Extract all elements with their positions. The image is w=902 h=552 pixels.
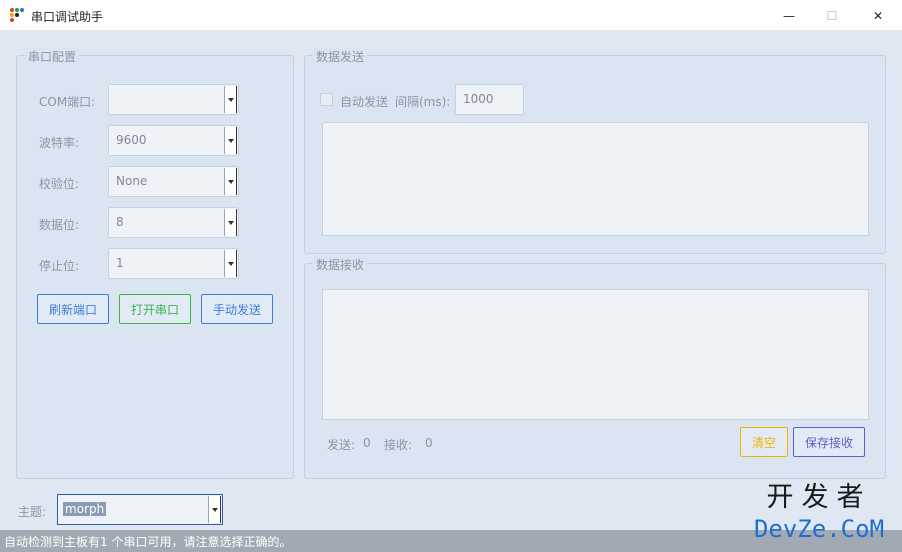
received-label: 接收:	[384, 438, 413, 452]
window-title: 串口调试助手	[31, 10, 104, 24]
auto-send-checkbox[interactable]	[320, 93, 333, 106]
stop-bits-select[interactable]: 1	[108, 248, 239, 279]
parity-select[interactable]: None	[108, 166, 239, 197]
clear-button[interactable]: 清空	[740, 427, 788, 457]
watermark-bottom: DevZe.CoM	[753, 515, 885, 543]
parity-label: 校验位:	[39, 177, 80, 191]
open-port-button[interactable]: 打开串口	[119, 294, 191, 324]
watermark-logo: 开发者 DevZe.CoM	[744, 482, 894, 552]
com-port-select[interactable]	[108, 84, 239, 115]
serial-config-legend: 串口配置	[25, 48, 80, 65]
minimize-button[interactable]: —	[766, 0, 812, 31]
chevron-down-icon[interactable]	[208, 496, 221, 523]
interval-label: 间隔(ms):	[395, 95, 451, 109]
save-received-button[interactable]: 保存接收	[793, 427, 865, 457]
chevron-down-icon[interactable]	[224, 86, 237, 113]
theme-select[interactable]: morph	[57, 494, 223, 525]
manual-send-button[interactable]: 手动发送	[201, 294, 273, 324]
sent-label: 发送:	[327, 438, 356, 452]
close-button[interactable]: ✕	[855, 0, 901, 31]
data-receive-legend: 数据接收	[313, 256, 368, 273]
maximize-button[interactable]: ☐	[809, 0, 855, 31]
minimize-icon: —	[783, 8, 795, 23]
parity-value: None	[116, 174, 148, 188]
baud-rate-value: 9600	[116, 133, 147, 147]
status-message: 自动检测到主板有1 个串口可用，请注意选择正确的。	[4, 535, 292, 549]
app-icon	[10, 8, 24, 22]
chevron-down-icon[interactable]	[224, 168, 237, 195]
stop-bits-value: 1	[116, 256, 124, 270]
received-count: 0	[425, 436, 433, 450]
interval-value: 1000	[463, 92, 494, 106]
data-bits-value: 8	[116, 215, 124, 229]
serial-config-panel: 串口配置 COM端口: 波特率: 9600 校验位: None 数据位: 8 停…	[16, 48, 294, 479]
data-bits-label: 数据位:	[39, 218, 80, 232]
data-send-panel: 数据发送 自动发送 间隔(ms): 1000	[304, 48, 886, 254]
theme-label: 主题:	[18, 505, 47, 519]
title-bar: 串口调试助手 — ☐ ✕	[0, 0, 902, 31]
baud-rate-select[interactable]: 9600	[108, 125, 239, 156]
baud-rate-label: 波特率:	[39, 136, 80, 150]
stop-bits-label: 停止位:	[39, 259, 80, 273]
receive-textarea[interactable]	[322, 289, 869, 420]
refresh-ports-button[interactable]: 刷新端口	[37, 294, 109, 324]
chevron-down-icon[interactable]	[224, 127, 237, 154]
interval-input[interactable]: 1000	[455, 84, 524, 115]
chevron-down-icon[interactable]	[224, 250, 237, 277]
close-icon: ✕	[872, 8, 884, 23]
chevron-down-icon[interactable]	[224, 209, 237, 236]
send-textarea[interactable]	[322, 122, 869, 236]
sent-count: 0	[363, 436, 371, 450]
watermark-top: 开发者	[766, 482, 872, 513]
data-send-legend: 数据发送	[313, 48, 368, 65]
maximize-icon: ☐	[826, 8, 838, 23]
data-receive-panel: 数据接收 发送: 0 接收: 0 清空 保存接收	[304, 256, 886, 479]
auto-send-label: 自动发送	[340, 95, 389, 109]
theme-value: morph	[63, 502, 107, 516]
data-bits-select[interactable]: 8	[108, 207, 239, 238]
com-port-label: COM端口:	[39, 95, 96, 109]
